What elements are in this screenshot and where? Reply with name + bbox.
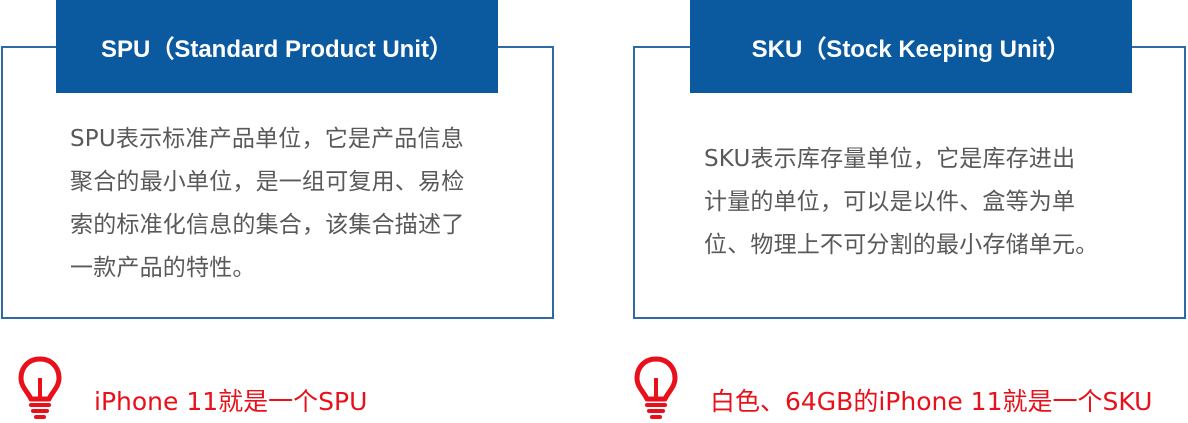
spu-description-line: 聚合的最小单位，是一组可复用、易检	[70, 169, 465, 195]
spu-description-line: 索的标准化信息的集合，该集合描述了	[70, 212, 465, 238]
spu-title: SPU（Standard Product Unit）	[100, 36, 454, 63]
sku-description: SKU表示库存量单位，它是库存进出 计量的单位，可以是以件、盒等为单 位、物理上…	[704, 138, 1134, 267]
spu-description: SPU表示标准产品单位，它是产品信息 聚合的最小单位，是一组可复用、易检 索的标…	[70, 118, 490, 290]
spu-description-line: 一款产品的特性。	[70, 255, 256, 281]
spu-description-line: SPU表示标准产品单位，它是产品信息	[70, 126, 464, 152]
lightbulb-icon	[634, 356, 678, 419]
lightbulb-icon	[18, 356, 62, 419]
spu-header: SPU（Standard Product Unit）	[56, 0, 498, 93]
sku-title: SKU（Stock Keeping Unit）	[751, 36, 1071, 63]
sku-description-line: 位、物理上不可分割的最小存储单元。	[704, 232, 1099, 258]
spu-example: iPhone 11就是一个SPU	[94, 387, 368, 416]
sku-example: 白色、64GB的iPhone 11就是一个SKU	[710, 387, 1153, 416]
sku-description-line: SKU表示库存量单位，它是库存进出	[704, 146, 1076, 172]
sku-header: SKU（Stock Keeping Unit）	[690, 0, 1132, 93]
sku-description-line: 计量的单位，可以是以件、盒等为单	[704, 189, 1076, 215]
